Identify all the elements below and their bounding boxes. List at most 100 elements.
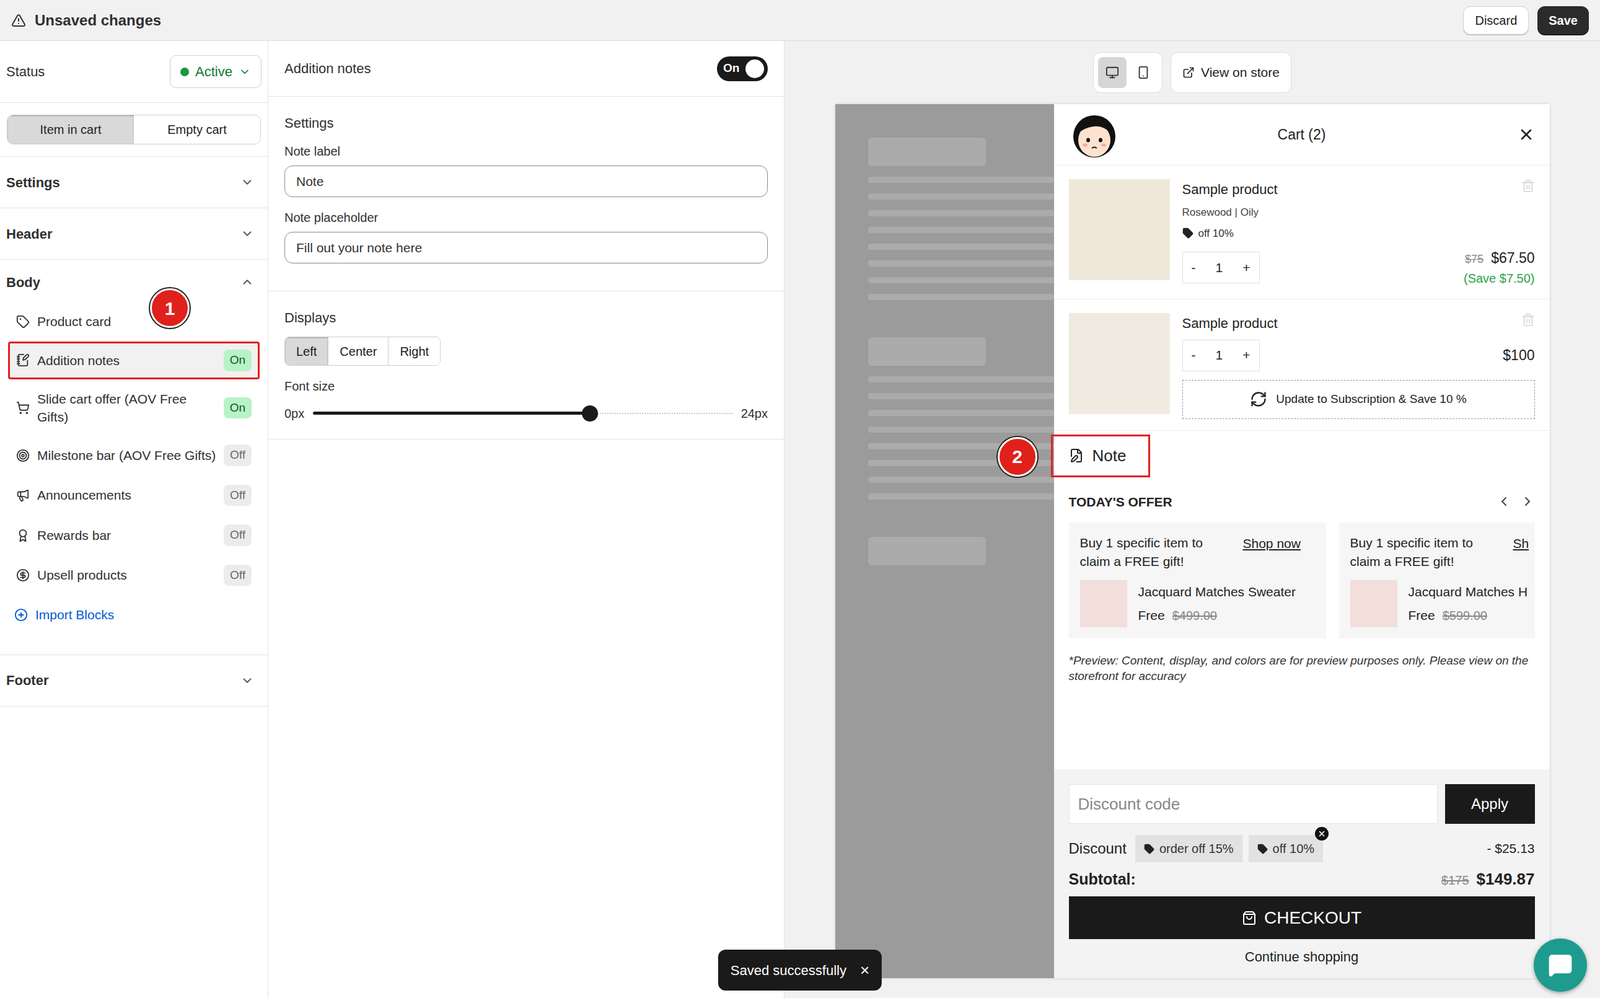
device-toggle [1093,52,1163,93]
status-dropdown[interactable]: Active [169,55,262,88]
skeleton-line [868,476,1055,483]
text-input[interactable]: Fill out your note here [284,231,768,264]
shop-now-link[interactable]: Shop now [1243,533,1301,554]
mode-switch: Item in cartEmpty cart [6,114,261,145]
offer-card: Buy 1 specific item to claim a FREE gift… [1339,522,1535,639]
cart-header: Cart (2) [1054,104,1550,166]
sidebar-section: Header [0,207,268,260]
mode-tab[interactable]: Item in cart [7,115,134,144]
skeleton-line [868,260,1055,267]
device-button[interactable] [1129,57,1158,88]
cart-header-left [1068,109,1144,160]
sidebar-item[interactable]: Upsell productsOff [8,556,260,595]
cart-item: Sample product-1+$100Update to Subscript… [1054,299,1550,431]
skeleton-block [868,536,986,566]
tag-label: off 10% [1198,225,1234,242]
save-button[interactable]: Save [1537,6,1589,35]
item-bottom: -1+$100 [1182,339,1535,372]
note-label: Note [1092,443,1127,468]
toast-close[interactable]: × [860,961,870,978]
form-field: Note placeholderFill out your note here [284,208,768,264]
mode-tab[interactable]: Empty cart [133,115,261,144]
offer-header: TODAY'S OFFER [1068,492,1535,512]
offer-section: TODAY'S OFFER Buy 1 specific item to clai… [1054,492,1550,639]
mobile-icon [1136,65,1151,80]
discount-input[interactable]: Discount code [1068,783,1438,824]
plus-circle-icon [14,607,28,622]
subscription-icon [1249,390,1268,408]
trash-icon[interactable] [1521,179,1535,193]
trash-icon[interactable] [1521,312,1535,327]
section-header[interactable]: Footer [0,654,268,706]
decrease-button[interactable]: - [1191,257,1196,278]
apply-button[interactable]: Apply [1445,783,1535,824]
skeleton-line [868,276,1055,284]
toast: Saved successfully × [718,949,882,991]
chevron-right-icon[interactable] [1520,493,1535,509]
item-label: Rewards bar [37,526,217,545]
slider-thumb[interactable] [581,405,598,422]
sidebar-item[interactable]: Product card [8,304,260,339]
form-field: Note labelNote [284,141,768,198]
shop-now-link[interactable]: Sh [1513,533,1530,554]
decrease-button[interactable]: - [1191,345,1196,365]
item-top: Sample product [1182,312,1535,334]
section-header[interactable]: Body [0,259,268,305]
device-button[interactable] [1098,57,1127,88]
discard-button[interactable]: Discard [1463,6,1529,35]
sidebar-item[interactable]: Addition notesOn [8,341,260,380]
code-label: off 10% [1272,839,1315,858]
skeleton-group [868,536,1055,566]
skeleton-line [868,176,1055,183]
gift-name: Jacquard Matches Sweater [1138,581,1296,602]
chevron-left-icon[interactable] [1496,493,1512,509]
subscription-button[interactable]: Update to Subscription & Save 10 % [1182,379,1535,419]
remove-code-button[interactable] [1314,826,1329,841]
toast-text: Saved successfully [730,959,847,981]
alignment-button[interactable]: Right [388,337,440,365]
section-items: Product cardAddition notesOnSlide cart o… [0,304,268,655]
toggle-label: On [720,59,740,78]
item-label: Announcements [37,485,217,504]
sidebar-item[interactable]: Slide cart offer (AOV Free Gifts)On [8,381,260,435]
sidebar-item[interactable]: AnnouncementsOff [8,476,260,515]
product-name: Sample product [1182,312,1278,334]
link-label: Import Blocks [35,604,115,625]
alignment-button[interactable]: Left [285,337,329,365]
increase-button[interactable]: + [1242,257,1250,278]
alignment-button[interactable]: Center [328,337,389,365]
section-header[interactable]: Header [0,208,268,260]
section-header[interactable]: Settings [0,156,268,208]
offer-card-top: Buy 1 specific item to claim a FREE gift… [1080,533,1315,572]
close-icon[interactable] [1517,125,1535,144]
settings-section: SettingsNote labelNoteNote placeholderFi… [268,96,784,292]
continue-shopping-link[interactable]: Continue shopping [1068,946,1535,967]
view-on-store-button[interactable]: View on store [1170,52,1292,93]
checkout-button[interactable]: CHECKOUT [1068,896,1535,939]
chat-button[interactable] [1533,938,1587,992]
offer-text: Buy 1 specific item to claim a FREE gift… [1350,533,1503,572]
slider-track[interactable] [312,404,732,422]
sidebar-item[interactable]: Rewards barOff [8,516,260,554]
block-icon [16,488,30,502]
cart-header-right [1460,125,1535,144]
sidebar-item[interactable]: Milestone bar (AOV Free Gifts)Off [8,436,260,475]
slider-fill [312,411,590,415]
gift-price: Free [1138,605,1165,626]
quantity-value[interactable]: 1 [1215,345,1224,365]
quantity-control: -1 + [1182,339,1260,372]
subtotal-old: $175 [1441,870,1470,890]
import-blocks-link[interactable]: Import Blocks [8,599,260,630]
increase-button[interactable]: + [1242,345,1250,365]
product-name: Sample product [1182,179,1278,200]
note-button[interactable]: Note [1050,434,1151,478]
item-prices: $75$67.50(Save $7.50) [1463,247,1535,288]
skeleton-block [868,337,986,366]
annotation-marker: 1 [149,288,190,328]
quantity-value[interactable]: 1 [1215,257,1224,278]
slider-min: 0px [284,404,305,423]
chevron-down-icon [240,175,255,190]
text-input[interactable]: Note [284,165,768,198]
toggle-switch[interactable]: On [716,56,768,82]
chevron-up-icon [240,275,255,289]
